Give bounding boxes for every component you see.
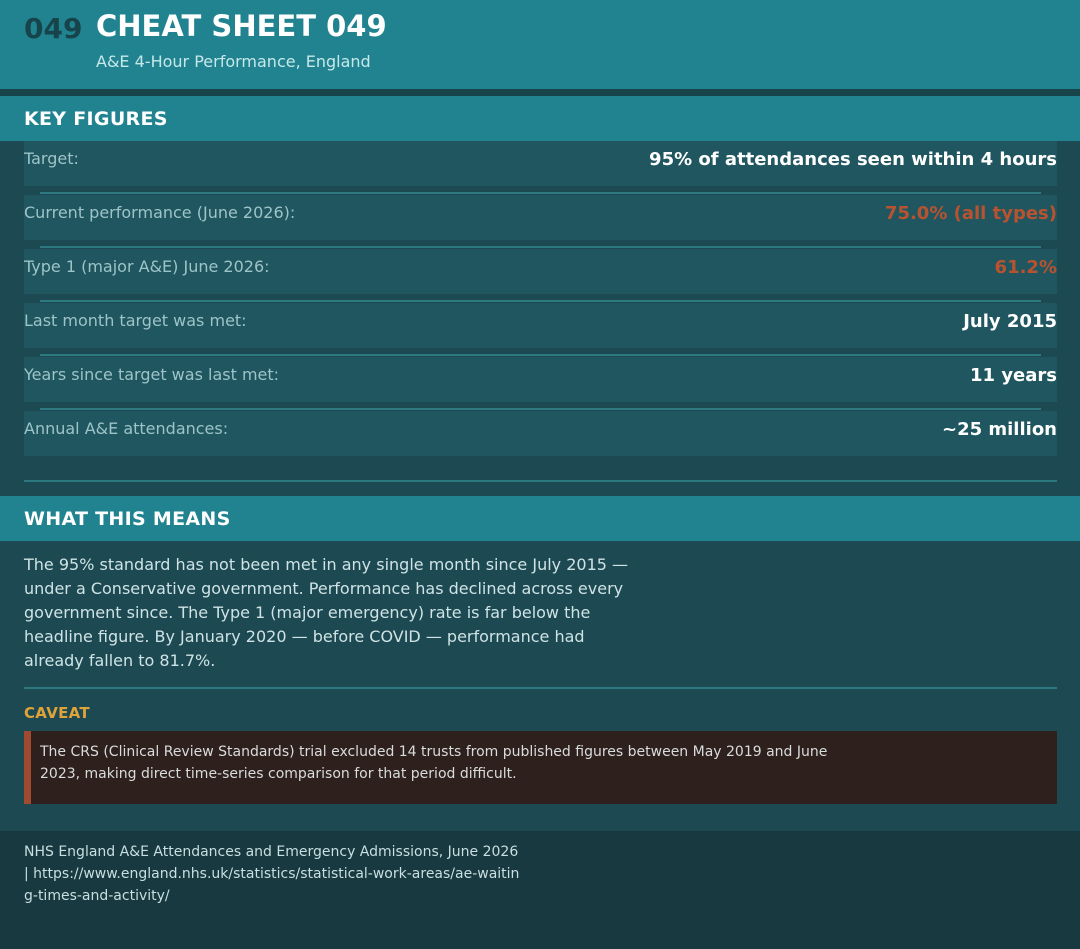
page-header: 049 CHEAT SHEET 049 A&E 4-Hour Performan…: [0, 0, 1080, 89]
caveat-box: The CRS (Clinical Review Standards) tria…: [24, 731, 1057, 804]
page-subtitle: A&E 4-Hour Performance, England: [96, 52, 371, 71]
figure-row-type1: Type 1 (major A&E) June 2026: 61.2%: [24, 249, 1057, 294]
figure-row-current-performance: Current performance (June 2026): 75.0% (…: [24, 195, 1057, 240]
figure-label: Target:: [24, 149, 79, 168]
figure-label: Current performance (June 2026):: [24, 203, 296, 222]
figure-row-years-since: Years since target was last met: 11 year…: [24, 357, 1057, 402]
header-divider: [0, 89, 1080, 96]
footer: NHS England A&E Attendances and Emergenc…: [0, 831, 1080, 949]
figure-row-annual-attendances: Annual A&E attendances: ~25 million: [24, 411, 1057, 456]
caveat-text: The CRS (Clinical Review Standards) tria…: [40, 744, 828, 782]
caveat-heading: CAVEAT: [24, 704, 90, 722]
key-figures-heading: KEY FIGURES: [0, 96, 1080, 141]
page-title: CHEAT SHEET 049: [96, 9, 387, 43]
figure-row-last-met: Last month target was met: July 2015: [24, 303, 1057, 348]
cheat-sheet-page: 049 CHEAT SHEET 049 A&E 4-Hour Performan…: [0, 0, 1080, 949]
section-divider: [24, 480, 1057, 482]
meaning-body: The 95% standard has not been met in any…: [24, 555, 629, 670]
figure-label: Last month target was met:: [24, 311, 247, 330]
row-divider: [40, 300, 1041, 302]
row-divider: [40, 246, 1041, 248]
figure-label: Type 1 (major A&E) June 2026:: [24, 257, 270, 276]
figure-value: July 2015: [963, 311, 1057, 332]
row-divider: [40, 354, 1041, 356]
figure-label: Annual A&E attendances:: [24, 419, 229, 438]
sheet-number: 049: [24, 12, 83, 45]
figure-row-target: Target: 95% of attendances seen within 4…: [24, 141, 1057, 186]
section-divider: [24, 687, 1057, 689]
row-divider: [40, 408, 1041, 410]
figure-value: 75.0% (all types): [884, 203, 1057, 224]
source-citation: NHS England A&E Attendances and Emergenc…: [24, 844, 520, 904]
row-divider: [40, 192, 1041, 194]
figure-value: 61.2%: [994, 257, 1057, 278]
figure-value: 11 years: [970, 365, 1057, 386]
meaning-heading: WHAT THIS MEANS: [0, 496, 1080, 541]
figure-label: Years since target was last met:: [24, 365, 280, 384]
figure-value: ~25 million: [941, 419, 1057, 440]
figure-value: 95% of attendances seen within 4 hours: [649, 149, 1057, 170]
